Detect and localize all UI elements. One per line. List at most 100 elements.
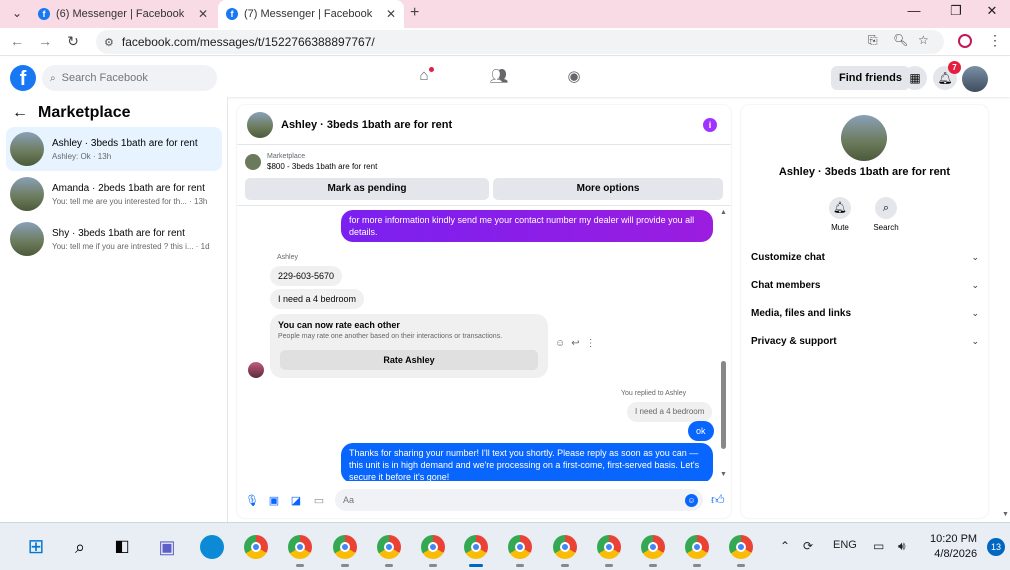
conversation-item-ashley[interactable]: Ashley · 3beds 1bath are for rent Ashley… xyxy=(6,127,222,171)
message-actions[interactable]: ☺↩⋮ xyxy=(555,338,602,349)
listing-price: $800 - 3beds 1bath are for rent xyxy=(267,162,378,171)
message-list[interactable]: for more information kindly send me your… xyxy=(237,205,731,481)
more-options-button[interactable]: More options xyxy=(493,178,723,200)
reply-icon[interactable]: ↩ xyxy=(571,338,585,349)
install-app-icon[interactable]: ⎘ xyxy=(868,33,878,48)
zoom-icon[interactable]: 🔍︎ xyxy=(893,33,908,47)
section-privacy-support[interactable]: Privacy & support ⌄ xyxy=(751,331,979,351)
more-icon[interactable]: ⋮ xyxy=(586,338,602,349)
search-icon[interactable]: ⌕ xyxy=(68,535,92,559)
emoji-icon[interactable]: ☺ xyxy=(685,494,698,507)
outgoing-message[interactable]: Thanks for sharing your number! I'll tex… xyxy=(341,443,713,481)
profile-avatar[interactable] xyxy=(841,115,887,161)
facebook-logo-icon[interactable]: f xyxy=(10,65,36,91)
network-icon[interactable]: ▭ xyxy=(873,539,884,553)
chrome-profile-icon[interactable] xyxy=(641,535,665,559)
listing-avatar xyxy=(10,132,44,166)
chrome-profile-icon[interactable] xyxy=(333,535,357,559)
thumbs-up-icon[interactable]: 👍︎ xyxy=(711,492,725,508)
incoming-message[interactable]: I need a 4 bedroom xyxy=(270,289,365,309)
chat-scrollbar[interactable]: ▲ ▼ xyxy=(720,209,727,479)
chrome-profile-icon[interactable] xyxy=(597,535,621,559)
chrome-profile-icon[interactable] xyxy=(729,535,753,559)
address-bar[interactable]: ⚙ facebook.com/messages/t/15227663888977… xyxy=(96,30,944,54)
scroll-up-icon[interactable]: ▲ xyxy=(720,209,727,216)
sender-avatar[interactable] xyxy=(248,362,264,378)
sticker-icon[interactable]: ◪ xyxy=(289,494,303,508)
page-scrollbar[interactable]: ▼ xyxy=(1000,97,1010,522)
bookmark-star-icon[interactable]: ☆ xyxy=(918,33,929,47)
chrome-profile-icon[interactable] xyxy=(464,535,488,559)
mark-as-pending-button[interactable]: Mark as pending xyxy=(245,178,489,200)
task-view-icon[interactable]: ◧ xyxy=(110,535,134,559)
rate-ashley-button[interactable]: Rate Ashley xyxy=(280,350,538,370)
account-avatar[interactable] xyxy=(962,66,988,92)
chat-avatar[interactable] xyxy=(247,111,273,138)
scroll-down-icon[interactable]: ▼ xyxy=(720,471,727,478)
chat-title[interactable]: Ashley · 3beds 1bath are for rent xyxy=(281,119,452,131)
gif-icon[interactable]: ▭ xyxy=(312,494,326,508)
outgoing-message[interactable]: ok xyxy=(688,421,714,441)
marketplace-listing-row[interactable]: Marketplace $800 - 3beds 1bath are for r… xyxy=(245,153,377,171)
quoted-message[interactable]: I need a 4 bedroom xyxy=(627,402,713,422)
show-hidden-icons-icon[interactable]: ⌃ xyxy=(780,539,790,553)
menu-grid-icon[interactable]: ▦ xyxy=(903,66,927,90)
find-friends-button[interactable]: Find friends xyxy=(831,66,910,90)
conversation-item-amanda[interactable]: Amanda · 2beds 1bath are for rent You: t… xyxy=(6,172,222,216)
facebook-search[interactable]: ⌕ xyxy=(42,65,217,91)
friends-icon[interactable]: 👥︎ xyxy=(489,67,509,87)
browser-tab-1[interactable]: f (6) Messenger | Facebook ✕ xyxy=(30,0,216,28)
chrome-profile-icon[interactable] xyxy=(508,535,532,559)
url-text[interactable]: facebook.com/messages/t/1522766388897767… xyxy=(122,35,375,49)
close-tab-icon[interactable]: ✕ xyxy=(198,7,208,21)
section-media-files-links[interactable]: Media, files and links ⌄ xyxy=(751,303,979,323)
rate-card-description: People may rate one another based on the… xyxy=(278,333,503,340)
incoming-message[interactable]: 229-603-5670 xyxy=(270,266,343,286)
reload-icon[interactable]: ↻ xyxy=(64,33,82,50)
react-emoji-icon[interactable]: ☺ xyxy=(555,338,571,349)
browser-tab-2[interactable]: f (7) Messenger | Facebook ✕ xyxy=(218,0,404,28)
edge-icon[interactable] xyxy=(200,535,224,559)
tab-title: (6) Messenger | Facebook xyxy=(56,8,185,20)
chrome-profile-icon[interactable] xyxy=(553,535,577,559)
section-chat-members[interactable]: Chat members ⌄ xyxy=(751,275,979,295)
section-label: Customize chat xyxy=(751,251,825,263)
photo-icon[interactable]: ▣ xyxy=(267,494,281,508)
forward-icon[interactable]: → xyxy=(36,33,54,49)
groups-icon[interactable]: ◉ xyxy=(564,67,584,87)
volume-icon[interactable]: 🔊︎ xyxy=(898,539,906,554)
browser-profile-icon[interactable] xyxy=(958,34,972,48)
system-clock[interactable]: 10:20 PM 4/8/2026 xyxy=(930,532,977,562)
start-windows-icon[interactable]: ⊞ xyxy=(24,535,48,559)
scrollbar-thumb[interactable] xyxy=(721,361,726,449)
conversation-item-shy[interactable]: Shy · 3beds 1bath are for rent You: tell… xyxy=(6,217,222,261)
teams-chat-icon[interactable]: ▣ xyxy=(155,535,179,559)
restore-icon[interactable]: ❐ xyxy=(946,3,966,19)
chrome-profile-icon[interactable] xyxy=(377,535,401,559)
back-arrow-icon[interactable]: ← xyxy=(12,104,28,122)
language-indicator[interactable]: ENG xyxy=(833,539,857,551)
tab-search-chevron-icon[interactable]: ⌄ xyxy=(8,4,26,22)
browser-menu-icon[interactable]: ⋮ xyxy=(988,32,1002,49)
new-tab-icon[interactable]: + xyxy=(410,4,419,22)
search-input[interactable] xyxy=(61,72,202,84)
minimize-icon[interactable]: — xyxy=(904,3,924,18)
mute-button[interactable]: 🔔︎ Mute xyxy=(820,197,860,232)
chrome-icon[interactable] xyxy=(244,535,268,559)
close-window-icon[interactable]: ✕ xyxy=(982,3,1002,19)
chrome-profile-icon[interactable] xyxy=(685,535,709,559)
chrome-profile-icon[interactable] xyxy=(421,535,445,559)
scroll-down-icon[interactable]: ▼ xyxy=(1002,511,1009,518)
chrome-profile-icon[interactable] xyxy=(288,535,312,559)
microphone-icon[interactable]: 🎙︎ xyxy=(245,494,259,508)
section-customize-chat[interactable]: Customize chat ⌄ xyxy=(751,247,979,267)
notification-count-badge[interactable]: 13 xyxy=(987,538,1005,556)
close-tab-icon[interactable]: ✕ xyxy=(386,7,396,21)
outgoing-message[interactable]: for more information kindly send me your… xyxy=(341,210,713,242)
site-info-icon[interactable]: ⚙ xyxy=(104,36,114,49)
search-conversation-button[interactable]: ⌕ Search xyxy=(866,197,906,232)
info-icon[interactable]: i xyxy=(703,118,717,132)
back-icon[interactable]: ← xyxy=(8,33,26,49)
sync-icon[interactable]: ⟳ xyxy=(803,539,813,553)
message-input[interactable] xyxy=(335,489,703,511)
